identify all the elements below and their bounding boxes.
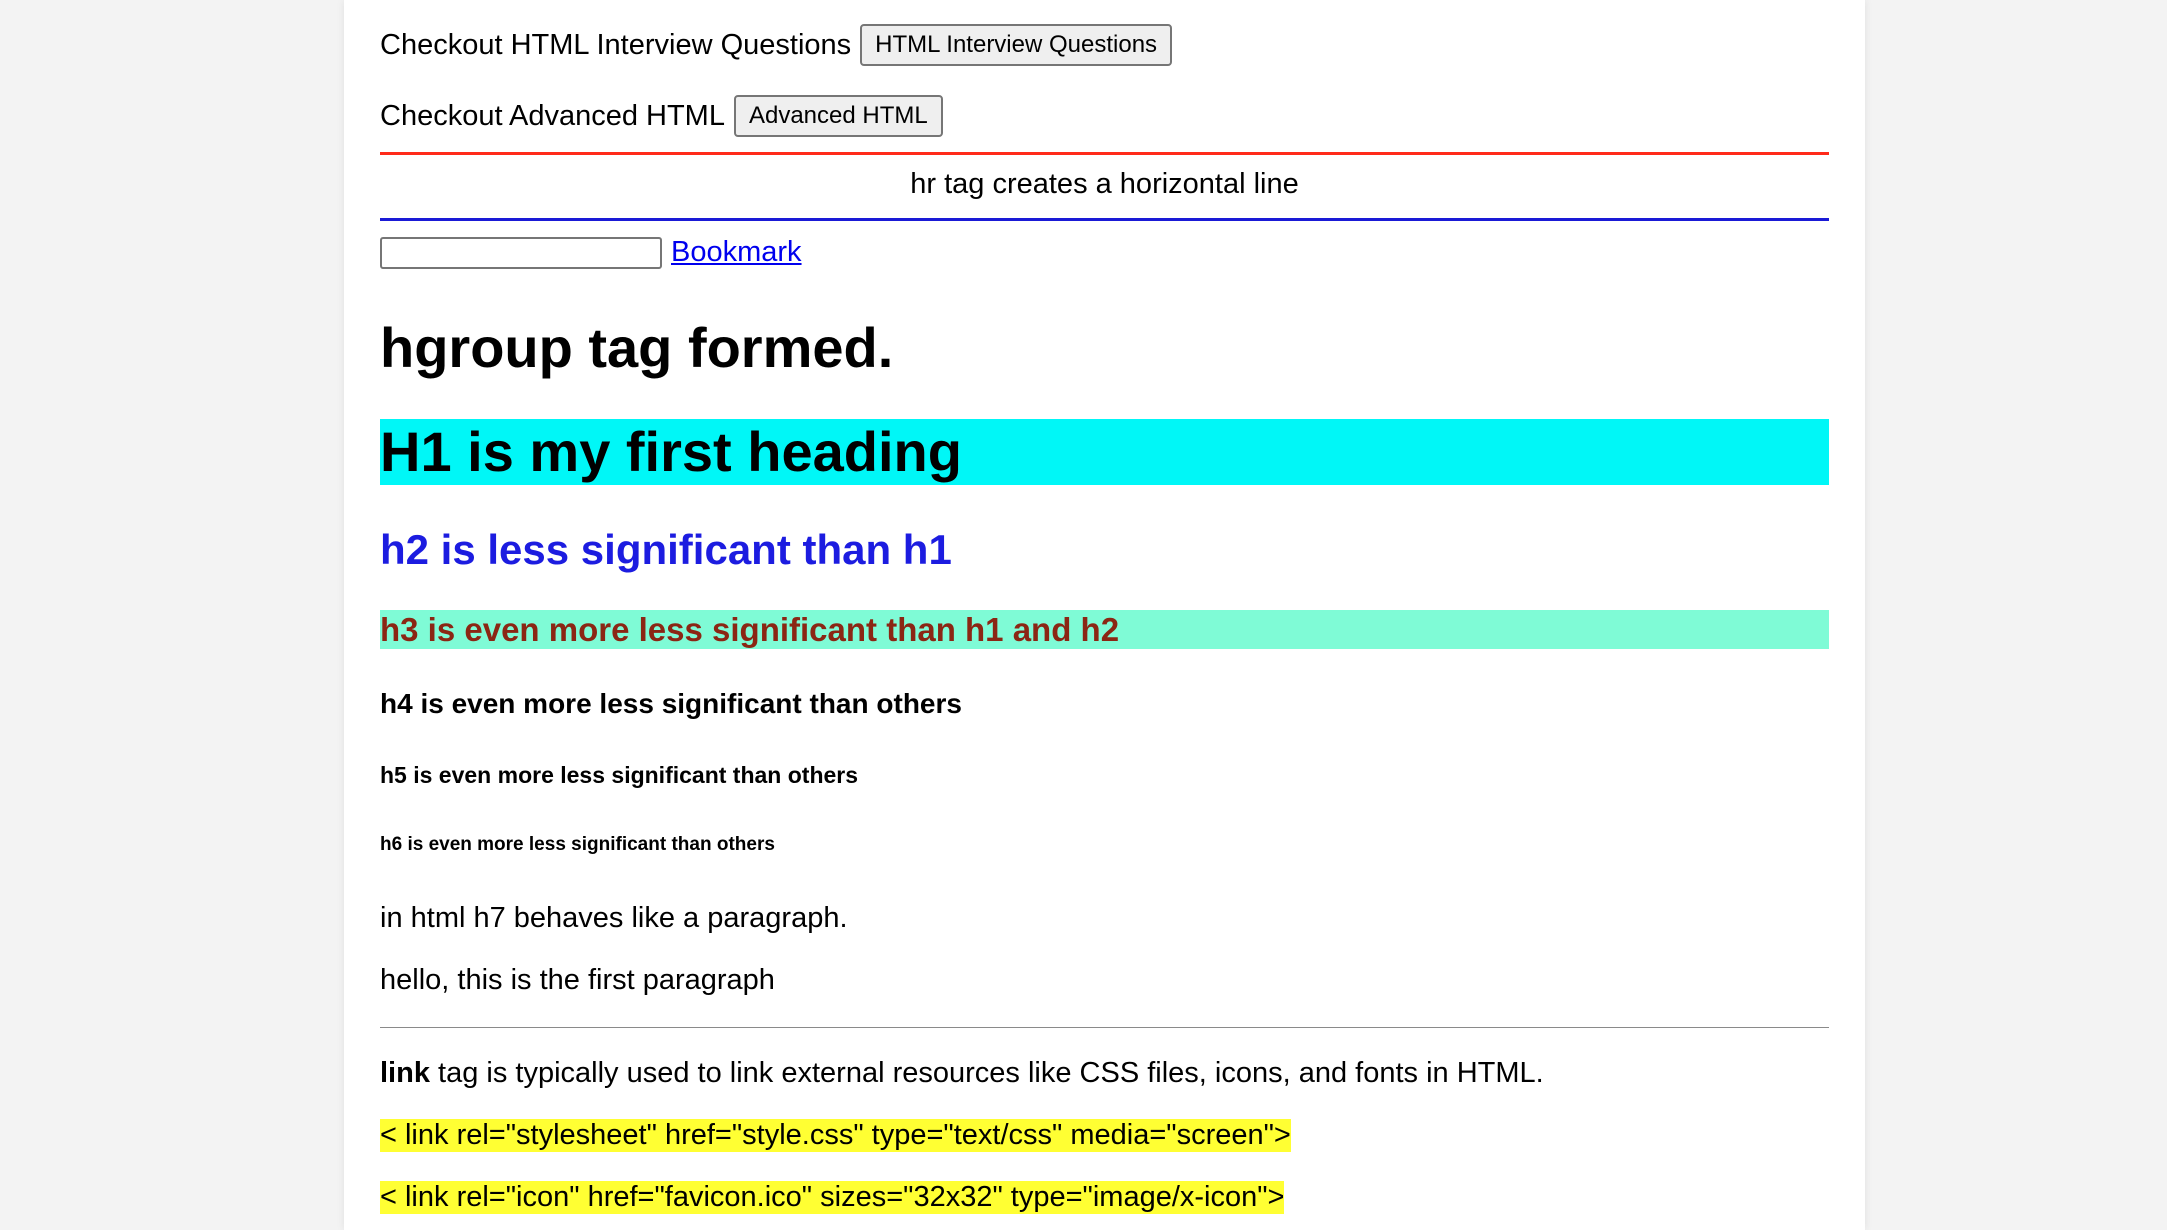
hgroup-heading: hgroup tag formed.: [380, 316, 894, 379]
heading-h3: h3 is even more less significant than h1…: [380, 610, 1829, 649]
grey-horizontal-rule: [380, 1027, 1829, 1028]
heading-h2: h2 is less significant than h1: [380, 526, 952, 573]
red-horizontal-rule: [380, 152, 1829, 155]
bookmark-link[interactable]: Bookmark: [671, 236, 802, 269]
interview-row: Checkout HTML Interview Questions HTML I…: [380, 24, 1173, 66]
blue-horizontal-rule: [380, 218, 1829, 221]
advanced-label: Checkout Advanced HTML: [380, 99, 725, 132]
heading-h6: h6 is even more less significant than ot…: [380, 834, 775, 855]
link-description-text: tag is typically used to link external r…: [429, 1057, 1544, 1089]
page: Checkout HTML Interview Questions HTML I…: [344, 0, 1865, 1230]
heading-h4: h4 is even more less significant than ot…: [380, 688, 962, 719]
bookmark-input[interactable]: [380, 236, 662, 269]
heading-h5: h5 is even more less significant than ot…: [380, 762, 859, 788]
link-description: link tag is typically used to link exter…: [380, 1055, 1544, 1091]
heading-h1: H1 is my first heading: [380, 419, 1829, 485]
first-paragraph: hello, this is the first paragraph: [380, 964, 775, 996]
html-interview-questions-button[interactable]: HTML Interview Questions: [860, 24, 1173, 66]
hr-description: hr tag creates a horizontal line: [910, 168, 1299, 200]
h7-paragraph: in html h7 behaves like a paragraph.: [380, 902, 848, 934]
stylesheet-link-example: < link rel="stylesheet" href="style.css"…: [380, 1119, 1291, 1152]
interview-label: Checkout HTML Interview Questions: [380, 28, 852, 61]
link-keyword: link: [380, 1057, 430, 1089]
advanced-html-button[interactable]: Advanced HTML: [733, 95, 943, 137]
bookmark-row: Bookmark: [380, 236, 802, 269]
advanced-row: Checkout Advanced HTML Advanced HTML: [380, 95, 943, 137]
icon-link-example: < link rel="icon" href="favicon.ico" siz…: [380, 1181, 1285, 1214]
